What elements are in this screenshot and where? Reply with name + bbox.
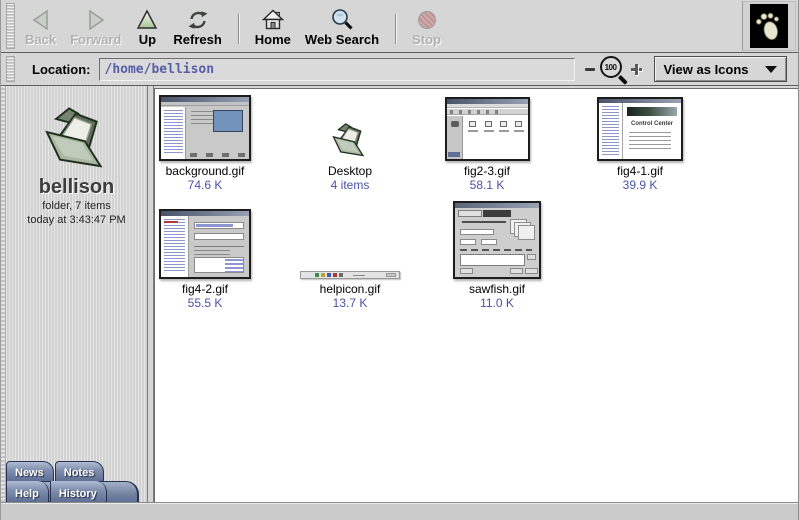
file-item-helpicon-gif[interactable]: helpicon.gif 13.7 K [285,201,415,310]
file-name: fig2-3.gif [464,164,510,178]
magnifier-handle-icon [618,74,628,84]
tab-help-label: Help [15,488,39,500]
sidebar: bellison folder, 7 items today at 3:43:4… [6,86,147,502]
file-size: 39.9 K [623,178,658,192]
tab-notes-label: Notes [64,467,95,479]
file-item-fig4-2-gif[interactable]: fig4-2.gif 55.5 K [154,201,270,310]
throbber-panel [742,1,796,51]
refresh-button[interactable]: Refresh [166,2,228,50]
file-item-fig2-3-gif[interactable]: fig2-3.gif 58.1 K [422,93,552,192]
up-icon [135,5,159,32]
file-size: 11.0 K [480,296,514,310]
home-icon [261,5,285,32]
stop-icon [418,5,436,32]
tab-history-label: History [59,488,97,500]
view-mode-dropdown[interactable]: View as Icons [654,56,787,82]
sidebar-tabs: News Notes Help History [6,460,147,502]
up-button[interactable]: Up [128,2,166,50]
thumbnail-fig4-1-gif: Control Center [597,93,683,161]
web-search-button[interactable]: Web Search [298,2,386,50]
thumbnail-sawfish-gif [453,201,541,279]
thumbnail-fig2-3-gif [445,93,530,161]
web-search-label: Web Search [305,32,379,48]
location-input[interactable]: /home/bellison [99,58,575,81]
zoom-level-indicator[interactable]: 100 [600,56,626,82]
toolbar: Back Forward Up [1,0,798,53]
gnome-foot-throbber[interactable] [750,4,788,48]
file-size: 55.5 K [188,296,223,310]
thumbnail-helpicon-gif [300,201,400,279]
home-label: Home [255,32,291,48]
icon-canvas: background.gif 74.6 K Desktop [154,88,798,502]
file-size: 13.7 K [333,296,368,310]
sidebar-folder-title: bellison [6,176,147,199]
file-name: Desktop [328,164,372,178]
sidebar-folder-modified: today at 3:43:47 PM [6,213,147,227]
file-size: 58.1 K [470,178,505,192]
file-manager-window: Back Forward Up [0,0,799,520]
tab-notes[interactable]: Notes [55,461,105,481]
file-name: fig4-1.gif [617,164,663,178]
refresh-label: Refresh [173,32,221,48]
tab-news[interactable]: News [6,461,54,481]
file-size: 74.6 K [188,178,223,192]
desktop-folder-icon [327,93,373,161]
zoom-out-icon[interactable] [585,68,595,71]
sidebar-tab-row-1: News Notes [6,460,147,481]
status-bar [1,502,798,520]
location-bar: Location: /home/bellison 100 View as Ico… [1,53,798,86]
tab-news-label: News [15,467,44,479]
main-panel: background.gif 74.6 K Desktop [154,86,798,502]
stop-button[interactable]: Stop [405,2,448,50]
file-name: sawfish.gif [469,282,525,296]
forward-button[interactable]: Forward [63,2,128,50]
zoom-in-icon[interactable] [631,64,642,75]
refresh-icon [186,5,210,32]
forward-icon [83,5,109,32]
file-name: background.gif [166,164,245,178]
toolbar-separator [395,14,396,44]
location-bar-grip[interactable] [6,56,15,82]
file-name: helpicon.gif [320,282,381,296]
sidebar-tab-row-2: Help History [6,481,139,502]
view-mode-label: View as Icons [664,62,749,77]
folder-item-desktop[interactable]: Desktop 4 items [285,93,415,192]
back-button[interactable]: Back [18,2,63,50]
back-label: Back [25,32,56,48]
thumbnail-background-gif [159,93,251,161]
sidebar-divider[interactable] [147,86,154,502]
file-name: fig4-2.gif [182,282,228,296]
file-item-fig4-1-gif[interactable]: Control Center fig4-1.gif 39.9 K [575,93,705,192]
home-button[interactable]: Home [248,2,298,50]
file-item-background-gif[interactable]: background.gif 74.6 K [154,93,270,192]
forward-label: Forward [70,32,121,48]
web-search-icon [329,5,355,32]
tab-history[interactable]: History [50,481,107,502]
toolbar-grip[interactable] [6,3,15,49]
tab-help[interactable]: Help [6,481,49,502]
file-item-sawfish-gif[interactable]: sawfish.gif 11.0 K [432,201,562,310]
thumbnail-text: Control Center [627,120,677,128]
thumbnail-fig4-2-gif [159,201,251,279]
toolbar-separator [238,14,239,44]
stop-label: Stop [412,32,441,48]
location-label: Location: [32,62,91,77]
folder-icon [33,98,121,174]
zoom-level-value: 100 [600,56,622,78]
zoom-control: 100 [585,56,642,82]
file-size: 4 items [331,178,370,192]
back-icon [28,5,54,32]
sidebar-folder-info: folder, 7 items [6,199,147,213]
chevron-down-icon [765,66,777,73]
up-label: Up [139,32,156,48]
content-area: bellison folder, 7 items today at 3:43:4… [1,86,798,502]
